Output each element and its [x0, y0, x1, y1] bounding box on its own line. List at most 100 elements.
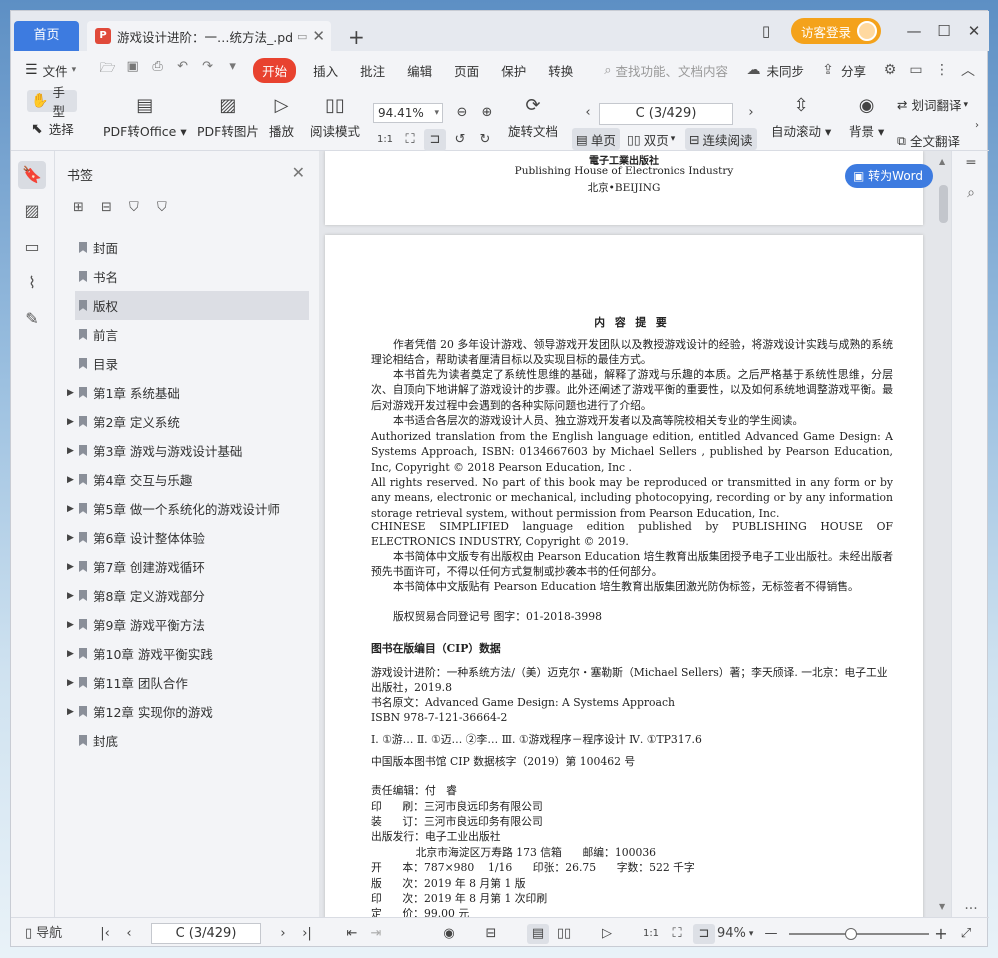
bookmark-item[interactable]: ▶ 第6章 设计整体体验 — [55, 523, 319, 552]
close-window-icon[interactable]: ✕ — [959, 22, 989, 40]
bookmark-item[interactable]: 封面 — [55, 233, 319, 262]
bookmark-item[interactable]: 目录 — [55, 349, 319, 378]
actual-size-icon[interactable]: 1:1 — [374, 129, 396, 151]
bookmark-item[interactable]: ▶ 第11章 团队合作 — [55, 668, 319, 697]
document-viewport[interactable]: 電子工業出版社 Publishing House of Electronics … — [319, 151, 951, 917]
fit-width-icon[interactable]: ⊐ — [424, 129, 446, 151]
close-icon[interactable]: ✕ — [292, 163, 305, 182]
single-page-icon[interactable]: ▤ — [527, 924, 549, 944]
signature-panel-icon[interactable]: ✎ — [18, 305, 46, 333]
bookmark-item[interactable]: 前言 — [55, 320, 319, 349]
prev-page-icon[interactable]: ‹ — [121, 924, 137, 944]
share-button[interactable]: 分享 — [841, 61, 877, 80]
select-tool-button[interactable]: ⬉ 选择 — [31, 119, 74, 138]
more-options-icon[interactable]: ··· — [961, 901, 981, 917]
bookmark-item[interactable]: ▶ 第2章 定义系统 — [55, 407, 319, 436]
bookmark-item[interactable]: 封底 — [55, 726, 319, 755]
zoom-slider-knob[interactable] — [845, 928, 857, 940]
menu-edit[interactable]: 编辑 — [396, 61, 443, 80]
background-button[interactable]: ◉ 背景 ▾ — [849, 95, 884, 140]
read-mode-button[interactable]: ▯▯ 阅读模式 — [310, 95, 360, 140]
bookmark-item[interactable]: ▶ 第8章 定义游戏部分 — [55, 581, 319, 610]
expand-arrow-icon[interactable]: ▶ — [67, 562, 74, 572]
zoom-select[interactable]: 94% ▾ — [717, 924, 753, 944]
bookmark-item[interactable]: ▶ 第3章 游戏与游戏设计基础 — [55, 436, 319, 465]
minimize-icon[interactable]: — — [899, 22, 929, 40]
expand-arrow-icon[interactable]: ▶ — [67, 591, 74, 601]
expand-arrow-icon[interactable]: ▶ — [67, 417, 74, 427]
undo-icon[interactable]: ↶ — [170, 59, 195, 81]
zoom-select[interactable]: 94.41% ▾ — [373, 103, 443, 123]
new-tab-button[interactable]: + — [348, 25, 365, 49]
bookmark-remove-icon[interactable]: ⛉ — [157, 200, 185, 215]
bookmark-item[interactable]: ▶ 第10章 游戏平衡实践 — [55, 639, 319, 668]
bookmark-item-selected[interactable]: 版权 — [75, 291, 309, 320]
next-page-icon[interactable]: › — [275, 924, 291, 944]
zoom-in-icon[interactable]: ⊕ — [476, 102, 498, 124]
more-icon[interactable]: ⋮ — [929, 62, 955, 78]
add-bookmark-icon[interactable]: ⊞ — [73, 200, 101, 215]
fit-width-icon[interactable]: ⊐ — [693, 924, 715, 944]
add-child-bookmark-icon[interactable]: ⊟ — [101, 200, 129, 215]
auto-scroll-button[interactable]: ⇳ 自动滚动 ▾ — [771, 95, 831, 140]
close-tab-icon[interactable]: ✕ — [312, 27, 325, 45]
forward-view-icon[interactable]: ⇥ — [367, 924, 385, 944]
attachment-panel-icon[interactable]: ⌇ — [18, 269, 46, 297]
pin-tab-icon[interactable]: ▭ — [297, 30, 307, 43]
print-icon[interactable]: ⎙ — [145, 59, 170, 81]
navigation-toggle[interactable]: ▯ 导航 — [25, 924, 62, 944]
hand-tool-button[interactable]: ✋ 手型 — [27, 85, 77, 119]
expand-arrow-icon[interactable]: ▶ — [67, 504, 74, 514]
word-translate-button[interactable]: ⇄ 划词翻译 ▾ — [897, 95, 968, 114]
search-document-icon[interactable]: ⌕ — [961, 185, 981, 201]
back-view-icon[interactable]: ⇤ — [343, 924, 361, 944]
fit-page-icon[interactable]: ⛶ — [667, 924, 687, 944]
zoom-in-icon[interactable]: + — [933, 924, 949, 944]
settings-icon[interactable]: ⚙ — [877, 62, 903, 78]
single-page-button[interactable]: ▤ 单页 — [572, 128, 620, 150]
zoom-out-icon[interactable]: ⊖ — [451, 102, 473, 124]
next-page-icon[interactable]: › — [740, 102, 762, 124]
layout-icon[interactable]: ▯ — [751, 22, 781, 40]
tab-document[interactable]: P 游戏设计进阶：一…统方法_.pdf ▭ ✕ — [87, 21, 331, 51]
play-icon[interactable]: ▷ — [597, 924, 617, 944]
bookmark-item[interactable]: ▶ 第9章 游戏平衡方法 — [55, 610, 319, 639]
bookmark-panel-icon[interactable]: 🔖 — [18, 161, 46, 189]
rotate-left-icon[interactable]: ↺ — [449, 129, 471, 151]
page-number-input[interactable]: C (3/429) — [599, 103, 733, 125]
bookmark-item[interactable]: ▶ 第7章 创建游戏循环 — [55, 552, 319, 581]
panel-toggle-icon[interactable]: ═ — [961, 155, 981, 171]
rotate-document-button[interactable]: ⟳ 旋转文档 — [508, 95, 558, 140]
double-page-button[interactable]: ▯▯ 双页 ▾ — [627, 128, 675, 150]
expand-arrow-icon[interactable]: ▶ — [67, 678, 74, 688]
last-page-icon[interactable]: ›| — [299, 924, 315, 944]
continuous-read-button[interactable]: ⊟ 连续阅读 — [685, 128, 757, 150]
zoom-out-icon[interactable]: — — [763, 924, 779, 944]
expand-arrow-icon[interactable]: ▶ — [67, 388, 74, 398]
open-folder-icon[interactable]: 🗁 — [95, 59, 120, 81]
bookmark-star-icon[interactable]: ⛉ — [129, 200, 157, 215]
expand-arrow-icon[interactable]: ▶ — [67, 533, 74, 543]
bookmark-item[interactable]: ▶ 第5章 做一个系统化的游戏设计师 — [55, 494, 319, 523]
menu-convert[interactable]: 转换 — [537, 61, 584, 80]
pdf-to-office-button[interactable]: ▤ PDF转Office ▾ — [103, 95, 187, 140]
tab-home[interactable]: 首页 — [14, 21, 79, 51]
zoom-slider[interactable] — [789, 928, 929, 940]
full-translate-button[interactable]: ⧉ 全文翻译 — [897, 131, 960, 150]
bookmark-item[interactable]: ▶ 第12章 实现你的游戏 — [55, 697, 319, 726]
double-page-icon[interactable]: ▯▯ — [553, 924, 575, 944]
guest-login-button[interactable]: 访客登录 — [790, 18, 881, 44]
status-page-input[interactable]: C (3/429) — [151, 923, 261, 944]
collapse-ribbon-icon[interactable]: ︿ — [955, 60, 981, 80]
expand-arrow-icon[interactable]: ▶ — [67, 475, 74, 485]
bookmark-item[interactable]: ▶ 第4章 交互与乐趣 — [55, 465, 319, 494]
fullscreen-icon[interactable]: ⤢ — [957, 924, 975, 944]
first-page-icon[interactable]: |‹ — [97, 924, 113, 944]
save-icon[interactable]: ▣ — [120, 59, 145, 81]
expand-arrow-icon[interactable]: ▶ — [67, 649, 74, 659]
menu-page[interactable]: 页面 — [443, 61, 490, 80]
menu-start[interactable]: 开始 — [253, 57, 297, 83]
file-menu[interactable]: ☰ 文件 ▾ — [11, 61, 87, 80]
rotate-right-icon[interactable]: ↻ — [474, 129, 496, 151]
vertical-scrollbar[interactable]: ▲ ▼ — [935, 151, 951, 917]
